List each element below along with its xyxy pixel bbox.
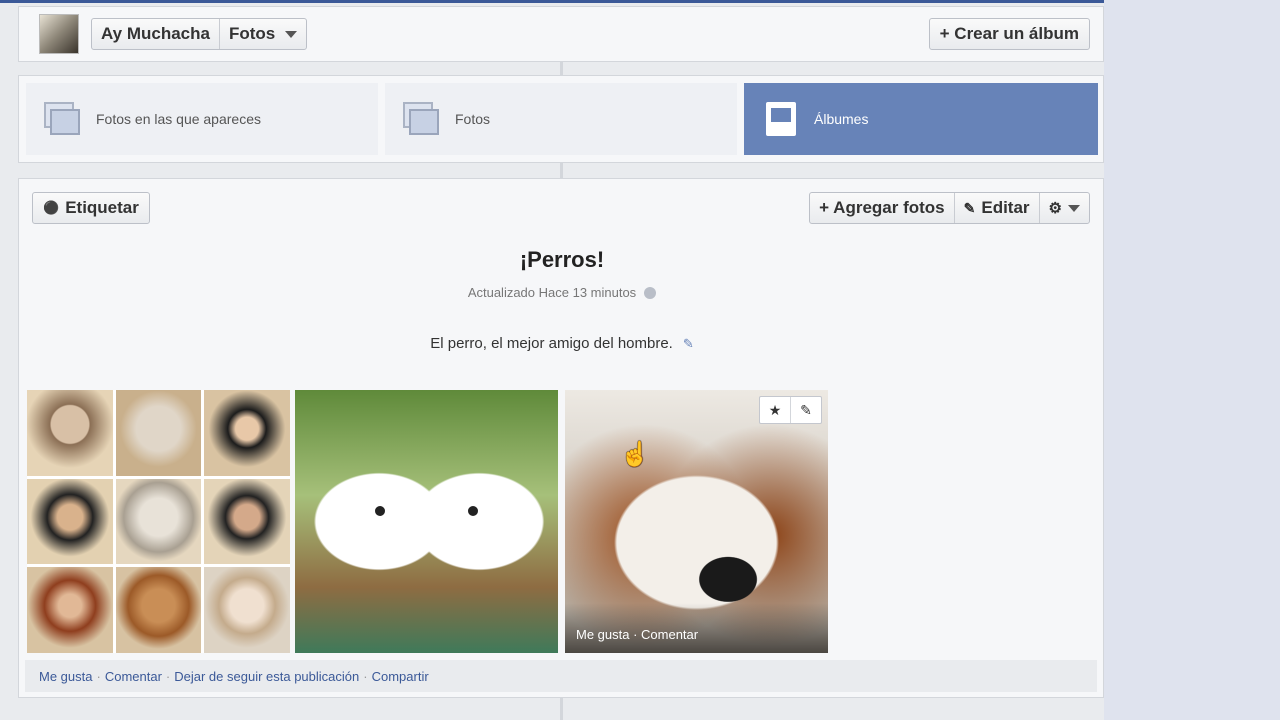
updated-text: Actualizado Hace 13 minutos [467, 285, 637, 300]
photo-stack-icon [403, 102, 441, 136]
settings-dropdown[interactable]: ⚙ [1038, 193, 1089, 223]
chevron-down-icon [1068, 204, 1080, 212]
grid-cell [27, 567, 113, 653]
photos-header: Ay Muchacha Fotos + Crear un álbum [18, 6, 1104, 62]
pencil-icon[interactable]: ✎ [683, 336, 694, 352]
album-actions: + Agregar fotos ✎ Editar ⚙ [809, 192, 1090, 224]
description-text: El perro, el mejor amigo del hombre. [430, 335, 673, 352]
globe-icon[interactable] [644, 287, 657, 299]
edit-label: Editar [981, 198, 1030, 217]
profile-name-link[interactable]: Ay Muchacha [92, 19, 219, 49]
gear-icon: ⚙ [1048, 200, 1062, 217]
photo-tabs: Fotos en las que apareces Fotos Álbumes [18, 75, 1104, 163]
like-link[interactable]: Me gusta [39, 669, 92, 684]
grid-cell [204, 478, 290, 565]
edit-button[interactable]: ✎ Editar [953, 193, 1039, 223]
tab-photos-of-you[interactable]: Fotos en las que apareces [26, 83, 378, 155]
grid-cell [115, 567, 202, 653]
tag-icon: ⚫ [43, 200, 60, 215]
section-label: Fotos [228, 24, 276, 43]
chevron-down-icon [285, 30, 298, 38]
avatar[interactable] [39, 14, 79, 54]
pencil-icon[interactable]: ✎ [790, 397, 821, 423]
tab-label: Fotos [455, 111, 491, 127]
pencil-icon: ✎ [963, 199, 976, 216]
photo-thumbnail-hovered[interactable]: ★ ✎ Me gusta · Comentar [565, 390, 828, 653]
grid-cell [27, 478, 113, 565]
tab-albums[interactable]: Álbumes [744, 83, 1098, 155]
breadcrumb: Ay Muchacha Fotos [91, 18, 308, 50]
tag-label: Etiquetar [65, 198, 139, 217]
comment-link[interactable]: Comentar [105, 669, 162, 684]
timeline-line [560, 163, 563, 178]
tab-label: Fotos en las que apareces [96, 111, 261, 127]
tab-photos[interactable]: Fotos [385, 83, 737, 155]
separator: · [96, 668, 101, 684]
top-border [0, 0, 1280, 3]
tab-label: Álbumes [814, 111, 869, 127]
create-album-button[interactable]: + Crear un álbum [928, 18, 1090, 50]
share-link[interactable]: Compartir [372, 669, 429, 684]
album-icon [766, 102, 796, 136]
unfollow-link[interactable]: Dejar de seguir esta publicación [174, 669, 359, 684]
grid-cell [27, 390, 113, 476]
album-title: ¡Perros! [519, 247, 605, 272]
timeline-line [560, 698, 563, 720]
photo-stack-icon [44, 102, 82, 136]
grid-cell [115, 390, 202, 476]
album-description: El perro, el mejor amigo del hombre. ✎ [19, 335, 1105, 352]
photo-like-comment[interactable]: Me gusta · Comentar [576, 627, 698, 642]
photo-hover-actions: ★ ✎ [759, 396, 822, 424]
grid-cell [204, 390, 290, 476]
grid-cell [115, 478, 202, 565]
puppy-eye [468, 506, 478, 516]
section-dropdown[interactable]: Fotos [218, 19, 306, 49]
post-actions-bar: Me gusta · Comentar · Dejar de seguir esta… [25, 660, 1097, 692]
album-updated: Actualizado Hace 13 minutos [19, 285, 1105, 300]
puppy-eye [375, 506, 385, 516]
timeline-line [560, 62, 563, 76]
photo-thumbnail[interactable] [27, 390, 290, 653]
add-photos-button[interactable]: + Agregar fotos [810, 193, 953, 223]
star-icon[interactable]: ★ [760, 397, 790, 423]
photo-thumbnail[interactable] [295, 390, 558, 653]
tag-button[interactable]: ⚫ Etiquetar [32, 192, 150, 224]
right-gutter [1104, 0, 1280, 720]
album-card: ⚫ Etiquetar + Agregar fotos ✎ Editar ⚙ ¡… [18, 178, 1104, 698]
separator: · [165, 668, 171, 684]
grid-cell [204, 567, 290, 653]
separator: · [363, 668, 368, 684]
hand-cursor-icon: ☝ [620, 441, 650, 468]
